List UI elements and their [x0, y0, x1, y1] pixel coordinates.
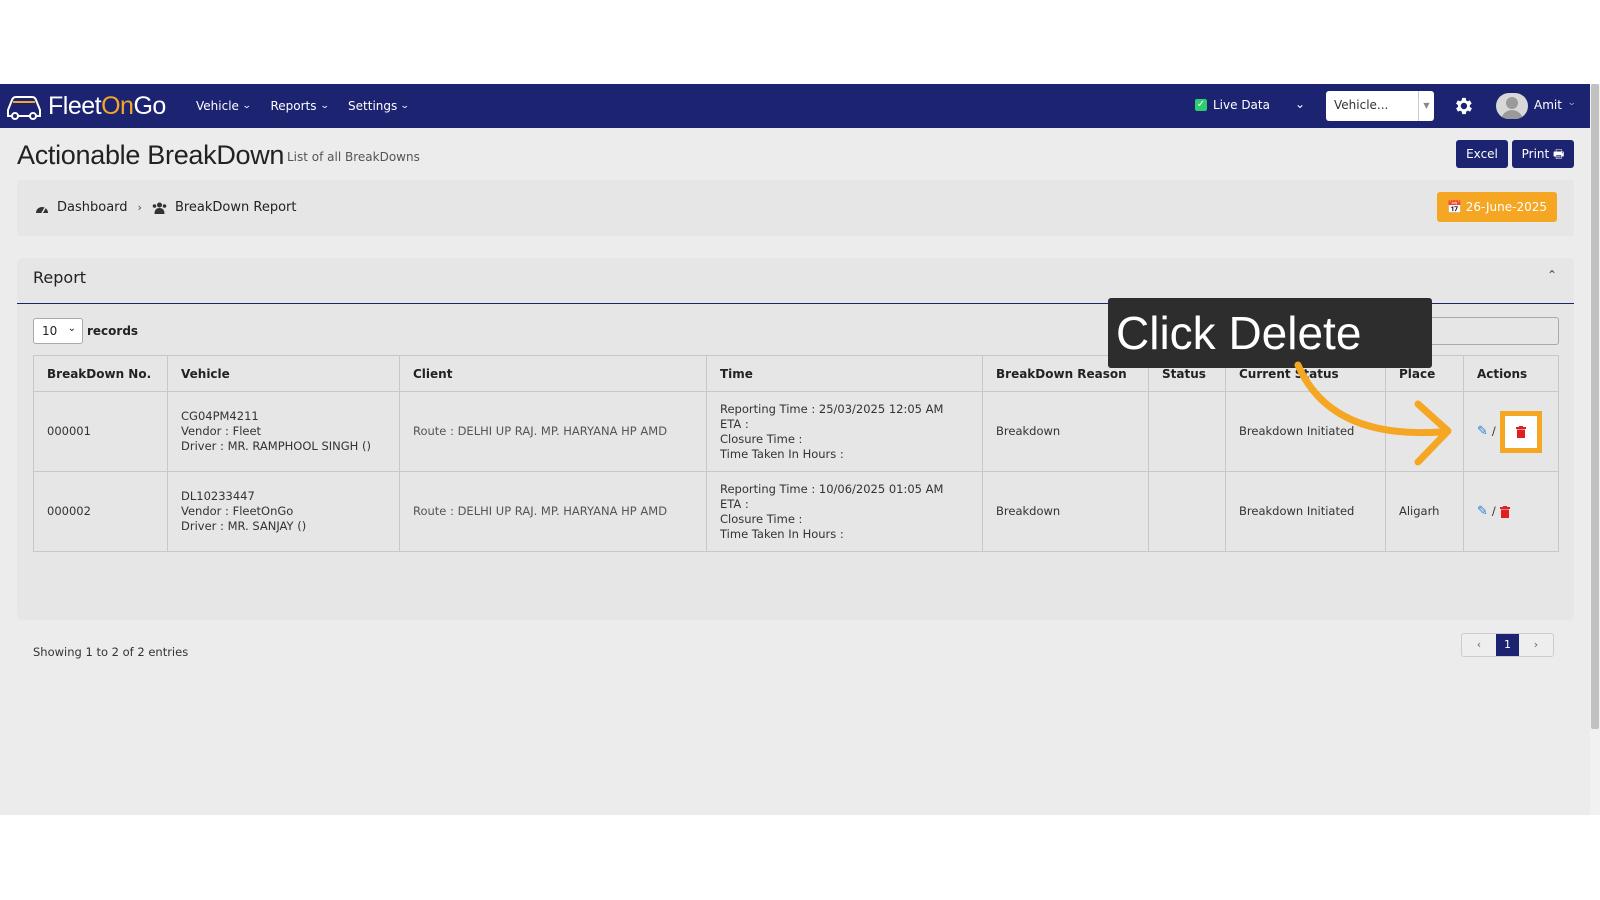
menu-settings[interactable]: Settings ⌄ [348, 99, 410, 113]
cell-actions: ✎ / [1463, 391, 1559, 472]
car-icon [7, 96, 41, 120]
delete-button-highlighted[interactable] [1499, 410, 1542, 453]
menu-reports[interactable]: Reports ⌄ [270, 99, 330, 113]
chevron-down-icon: ⌄ [241, 101, 252, 111]
eta: ETA : [720, 416, 749, 431]
cell-vehicle: DL10233447 Vendor : FleetOnGo Driver : M… [167, 471, 400, 552]
breadcrumb: Dashboard › BreakDown Report 📅 26-June-2… [17, 180, 1574, 236]
chevron-right-icon: › [137, 201, 142, 214]
trash-icon[interactable] [1499, 505, 1510, 518]
date-picker-button[interactable]: 📅 26-June-2025 [1437, 192, 1557, 222]
dashboard-icon [36, 206, 48, 213]
records-label: records [87, 324, 139, 338]
closure-time: Closure Time : [720, 511, 803, 526]
vendor: Vendor : FleetOnGo [181, 504, 294, 518]
trash-icon [1515, 425, 1526, 438]
cell-current-status: Breakdown Initiated [1225, 471, 1386, 552]
action-separator: / [1491, 424, 1496, 438]
cell-reason: Breakdown [982, 471, 1149, 552]
closure-time: Closure Time : [720, 431, 803, 446]
main-menu: Vehicle ⌄ Reports ⌄ Settings ⌄ [196, 84, 410, 128]
cell-place [1385, 391, 1464, 472]
chevron-up-icon[interactable]: ⌃ [1547, 268, 1557, 282]
live-data-toggle[interactable]: ✓ Live Data [1195, 98, 1270, 112]
table-info: Showing 1 to 2 of 2 entries [33, 645, 189, 659]
cell-status [1148, 391, 1226, 472]
edit-icon[interactable]: ✎ [1477, 424, 1488, 439]
eta: ETA : [720, 496, 749, 511]
top-navbar: FleetOnGo Vehicle ⌄ Reports ⌄ Settings ⌄ ✓ … [0, 84, 1590, 128]
pagination-prev[interactable]: ‹ [1462, 634, 1496, 656]
time-taken: Time Taken In Hours : [720, 446, 844, 461]
live-data-label: Live Data [1213, 98, 1270, 112]
scrollbar[interactable] [1590, 84, 1600, 815]
chevron-down-icon: ⌄ [319, 101, 330, 111]
chevron-down-icon: ⌄ [1566, 98, 1577, 108]
tutorial-callout: Click Delete [1108, 298, 1432, 368]
logo[interactable]: FleetOnGo [4, 90, 166, 122]
vendor: Vendor : Fleet [181, 424, 262, 438]
col-vehicle[interactable]: Vehicle [167, 355, 400, 392]
scrollbar-thumb[interactable] [1591, 84, 1599, 729]
calendar-icon: 📅 [1446, 200, 1462, 214]
page-subtitle: List of all BreakDowns [287, 150, 420, 164]
breadcrumb-dashboard[interactable]: Dashboard [57, 200, 128, 215]
page-length-select[interactable]: 10 ⌄ [33, 318, 83, 344]
driver: Driver : MR. RAMPHOOL SINGH () [181, 439, 371, 453]
col-client[interactable]: Client [399, 355, 707, 392]
driver: Driver : MR. SANJAY () [181, 519, 307, 533]
chevron-down-icon: ⌄ [67, 323, 76, 334]
edit-icon[interactable]: ✎ [1477, 504, 1488, 519]
cell-actions: ✎ / [1463, 471, 1559, 552]
cell-status [1148, 471, 1226, 552]
cell-reason: Breakdown [982, 391, 1149, 472]
cell-current-status: Breakdown Initiated [1225, 391, 1386, 472]
pagination-next[interactable]: › [1519, 634, 1553, 656]
cell-place: Aligarh [1385, 471, 1464, 552]
col-time[interactable]: Time [706, 355, 983, 392]
excel-button[interactable]: Excel [1456, 140, 1508, 168]
cell-time: Reporting Time : 10/06/2025 01:05 AM ETA… [706, 471, 983, 552]
cell-client: Route : DELHI UP RAJ. MP. HARYANA HP AMD [399, 471, 707, 552]
page-title: Actionable BreakDown [17, 140, 285, 170]
chevron-down-icon: ⌄ [400, 101, 410, 111]
cell-vehicle: CG04PM4211 Vendor : Fleet Driver : MR. R… [167, 391, 400, 472]
logo-text: FleetOnGo [48, 91, 166, 120]
pagination-page[interactable]: 1 [1496, 634, 1519, 656]
table-row: 000002 DL10233447 Vendor : FleetOnGo Dri… [33, 471, 1559, 552]
cell-breakdown-no: 000002 [33, 471, 168, 552]
col-actions: Actions [1463, 355, 1559, 392]
users-icon [152, 202, 167, 214]
printer-icon: 🖶 [1553, 147, 1565, 161]
pagination: ‹ 1 › [1461, 633, 1554, 657]
card-title: Report [33, 268, 87, 287]
vehicle-number: CG04PM4211 [181, 409, 259, 423]
chevron-down-icon[interactable]: ⌄ [1295, 97, 1305, 111]
print-button[interactable]: Print 🖶 [1512, 140, 1574, 168]
cell-time: Reporting Time : 25/03/2025 12:05 AM ETA… [706, 391, 983, 472]
breadcrumb-current: BreakDown Report [174, 200, 297, 215]
gear-icon[interactable] [1452, 95, 1474, 117]
col-breakdown-no[interactable]: BreakDown No. [33, 355, 168, 392]
app-screen: FleetOnGo Vehicle ⌄ Reports ⌄ Settings ⌄ ✓ … [0, 84, 1590, 815]
dropdown-arrow-icon: ▼ [1418, 91, 1434, 121]
reporting-time: Reporting Time : 25/03/2025 12:05 AM [720, 401, 944, 416]
action-separator: / [1491, 504, 1496, 518]
vehicle-select[interactable]: Vehicle... ▼ [1326, 91, 1434, 121]
vehicle-number: DL10233447 [181, 489, 255, 503]
avatar[interactable] [1496, 93, 1528, 119]
checkbox-checked-icon: ✓ [1195, 99, 1207, 111]
search-input[interactable] [1411, 317, 1559, 345]
breakdown-table: BreakDown No. Vehicle Client Time BreakD… [33, 355, 1559, 552]
time-taken: Time Taken In Hours : [720, 526, 844, 541]
menu-vehicle[interactable]: Vehicle ⌄ [196, 99, 252, 113]
cell-client: Route : DELHI UP RAJ. MP. HARYANA HP AMD [399, 391, 707, 472]
user-menu[interactable]: Amit ⌄ [1534, 98, 1577, 112]
cell-breakdown-no: 000001 [33, 391, 168, 472]
table-row: 000001 CG04PM4211 Vendor : Fleet Driver … [33, 391, 1559, 472]
reporting-time: Reporting Time : 10/06/2025 01:05 AM [720, 481, 944, 496]
